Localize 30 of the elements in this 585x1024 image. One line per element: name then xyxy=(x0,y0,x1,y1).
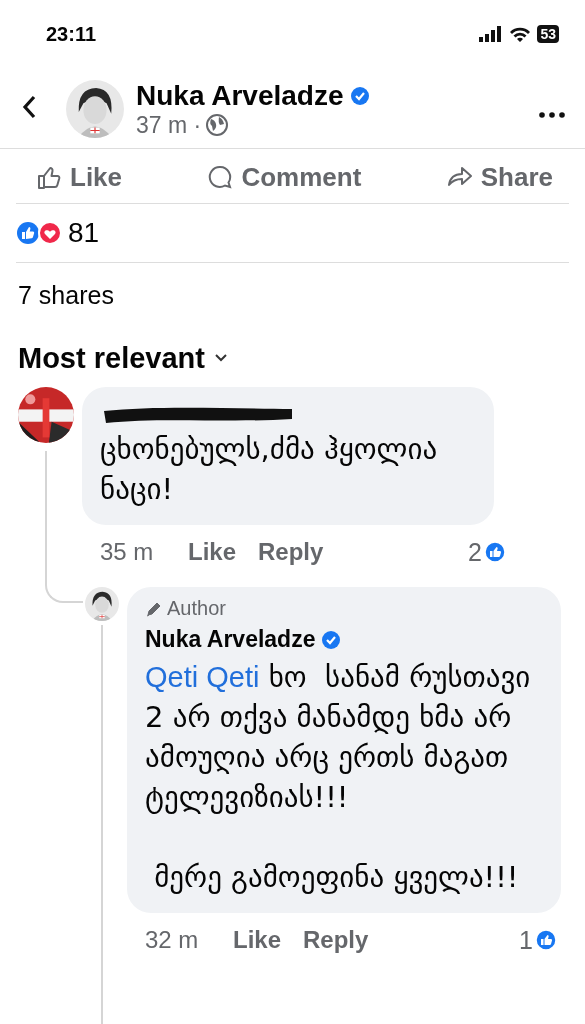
more-options-icon[interactable] xyxy=(539,111,565,118)
like-reaction-icon xyxy=(535,929,557,951)
author-label: Author xyxy=(167,597,226,620)
reaction-count[interactable]: 81 xyxy=(68,217,100,249)
wifi-icon xyxy=(509,26,532,42)
mention-link[interactable]: Qeti Qeti xyxy=(145,661,260,693)
like-count: 2 xyxy=(468,537,482,567)
status-time: 23:11 xyxy=(46,22,97,46)
battery-level: 53 xyxy=(537,25,559,43)
like-count: 1 xyxy=(519,925,533,955)
share-button[interactable]: Share xyxy=(446,161,553,193)
reply-link[interactable]: Reply xyxy=(258,538,324,566)
post-time: 37 m · xyxy=(136,111,202,139)
comment-time: 35 m xyxy=(100,538,155,566)
sort-dropdown[interactable]: Most relevant xyxy=(0,327,245,383)
globe-icon xyxy=(205,113,230,137)
comment-text: ცხონებულს,ძმა ჰყოლია ნაცი! xyxy=(100,431,439,508)
reply-link[interactable]: Reply xyxy=(303,926,369,954)
like-link[interactable]: Like xyxy=(233,926,282,954)
reply-author-name[interactable]: Nuka Arveladze xyxy=(145,626,316,653)
comment-time: 32 m xyxy=(145,926,200,954)
signal-icon xyxy=(479,26,504,42)
like-link[interactable]: Like xyxy=(188,538,237,566)
shares-count[interactable]: 7 shares xyxy=(0,263,585,327)
comment-button[interactable]: Comment xyxy=(207,161,362,193)
chevron-down-icon[interactable] xyxy=(214,354,227,362)
like-reaction-icon xyxy=(484,541,506,563)
author-name[interactable]: Nuka Arveladze xyxy=(136,79,344,112)
reply-text: Qeti Qeti ხო სანამ რუსთავი 2 არ თქვა მანამდე ხმა არ ამოუღია არც ერთს მაგათ ტელევიზიას!!! მერე გამოეფინა ყველა!!! xyxy=(145,659,532,896)
like-button[interactable]: Like xyxy=(36,161,123,193)
